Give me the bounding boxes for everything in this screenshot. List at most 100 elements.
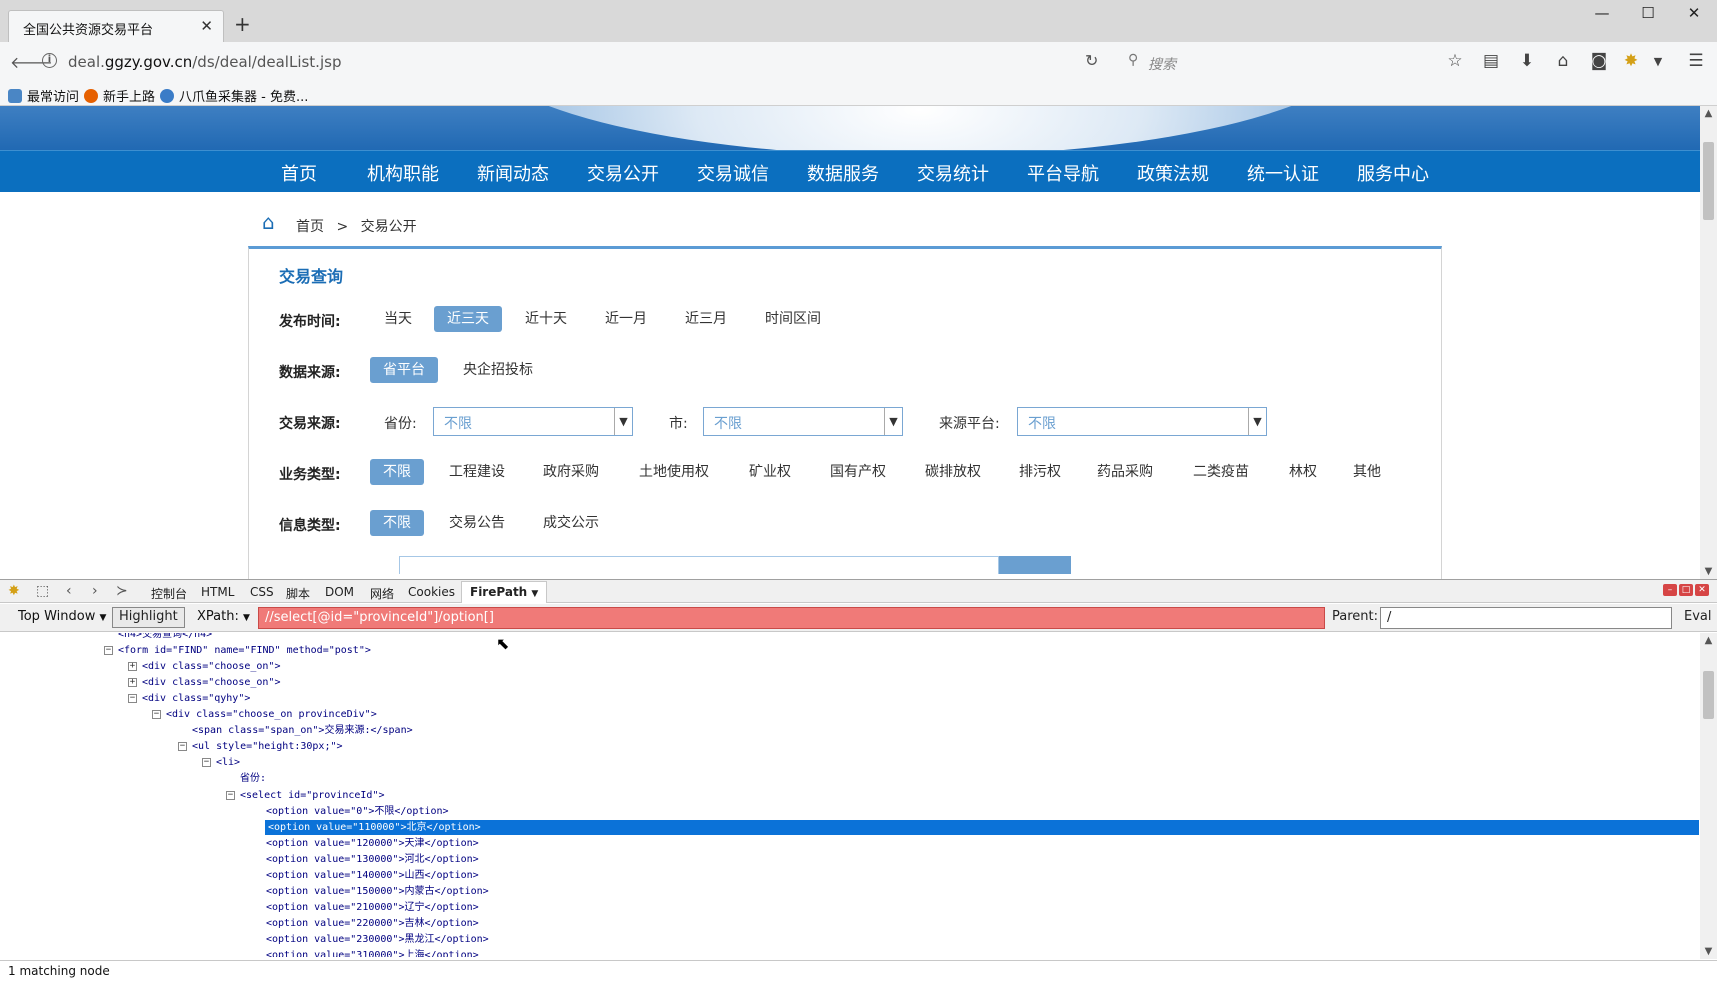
menu-item[interactable]: 新闻动态: [477, 160, 549, 186]
close-window-icon[interactable]: ✕: [1671, 4, 1717, 22]
scroll-up-arrow-icon[interactable]: ▲: [1700, 635, 1717, 646]
fb-tab-dom[interactable]: DOM: [325, 585, 354, 599]
menu-item[interactable]: 交易统计: [917, 160, 989, 186]
business-type-option[interactable]: 工程建设: [449, 459, 505, 485]
close-tab-icon[interactable]: ✕: [200, 17, 213, 35]
business-type-option[interactable]: 药品采购: [1097, 459, 1153, 485]
collapse-icon[interactable]: −: [226, 790, 235, 800]
publish-time-option[interactable]: 时间区间: [765, 306, 821, 332]
tree-node[interactable]: <option value="220000">吉林</option>: [266, 916, 479, 931]
inspect-icon[interactable]: ⬚: [36, 583, 49, 599]
fb-tab-script[interactable]: 脚本: [286, 585, 310, 602]
browser-tab[interactable]: 全国公共资源交易平台 ✕: [8, 10, 224, 42]
business-type-option[interactable]: 二类疫苗: [1193, 459, 1249, 485]
bookmark-octoparse[interactable]: 八爪鱼采集器 - 免费...: [160, 86, 308, 105]
tree-node[interactable]: <span class="span_on">交易来源:</span>: [192, 723, 413, 738]
new-tab-icon[interactable]: +: [234, 14, 251, 34]
command-line-icon[interactable]: ≻: [116, 583, 128, 599]
collapse-icon[interactable]: −: [152, 710, 161, 720]
tree-node[interactable]: <ul style="height:30px;">: [192, 739, 343, 754]
tree-node[interactable]: <option value="150000">内蒙古</option>: [266, 884, 489, 899]
fb-minimize-icon[interactable]: –: [1663, 584, 1677, 596]
tree-scrollbar[interactable]: ▲ ▼: [1700, 633, 1717, 959]
breadcrumb-home[interactable]: 首页: [296, 219, 324, 235]
menu-item[interactable]: 交易公开: [587, 160, 659, 186]
publish-time-option[interactable]: 近一月: [605, 306, 647, 332]
firebug-bug-icon[interactable]: ✸: [8, 583, 20, 599]
business-type-option[interactable]: 其他: [1353, 459, 1381, 485]
city-select[interactable]: 不限 ▼: [703, 407, 903, 436]
business-type-option[interactable]: 碳排放权: [925, 459, 981, 485]
fb-tab-html[interactable]: HTML: [201, 585, 234, 599]
business-type-option-active[interactable]: 不限: [370, 459, 424, 485]
fb-tab-console[interactable]: 控制台: [151, 585, 187, 602]
bookmark-most-visited[interactable]: 最常访问: [8, 86, 79, 105]
scroll-down-arrow-icon[interactable]: ▼: [1700, 946, 1717, 957]
firebug-icon[interactable]: ✸: [1619, 51, 1643, 71]
collapse-icon[interactable]: −: [202, 758, 211, 768]
page-scrollbar[interactable]: ▲ ▼: [1700, 106, 1717, 579]
pocket-icon[interactable]: ◙: [1587, 51, 1611, 71]
expand-icon[interactable]: +: [128, 678, 137, 688]
collapse-icon[interactable]: −: [178, 742, 187, 752]
reload-icon[interactable]: ↻: [1085, 51, 1098, 70]
site-info-icon[interactable]: i: [42, 53, 57, 68]
fb-tab-network[interactable]: 网络: [370, 585, 394, 602]
scroll-up-arrow-icon[interactable]: ▲: [1700, 108, 1717, 119]
info-type-option[interactable]: 成交公示: [543, 510, 599, 536]
xpath-input[interactable]: //select[@id="provinceId"]/option[]: [258, 607, 1325, 629]
home-icon[interactable]: ⌂: [1551, 51, 1575, 71]
data-source-option-active[interactable]: 省平台: [370, 357, 438, 383]
menu-item[interactable]: 数据服务: [807, 160, 879, 186]
bookmark-star-icon[interactable]: ☆: [1443, 51, 1467, 71]
tree-node[interactable]: 省份:: [240, 771, 266, 786]
publish-time-option[interactable]: 当天: [384, 306, 412, 332]
scroll-down-arrow-icon[interactable]: ▼: [1700, 566, 1717, 577]
bookmark-getting-started[interactable]: 新手上路: [84, 86, 155, 105]
tree-node[interactable]: <h4>交易查询</h4>: [118, 633, 212, 642]
fb-detach-icon[interactable]: □: [1679, 584, 1693, 596]
menu-item[interactable]: 平台导航: [1027, 160, 1099, 186]
platform-select[interactable]: 不限 ▼: [1017, 407, 1267, 436]
expand-icon[interactable]: +: [128, 662, 137, 672]
keyword-input[interactable]: [399, 556, 999, 574]
menu-item[interactable]: 机构职能: [367, 160, 439, 186]
tree-node[interactable]: <div class="choose_on">: [142, 659, 280, 674]
search-button[interactable]: [999, 556, 1071, 574]
download-icon[interactable]: ⬇: [1515, 51, 1539, 71]
hamburger-menu-icon[interactable]: ☰: [1684, 51, 1708, 71]
info-type-option[interactable]: 交易公告: [449, 510, 505, 536]
page-scrollbar-thumb[interactable]: [1703, 142, 1714, 220]
home-icon[interactable]: ⌂: [262, 212, 284, 232]
menu-item[interactable]: 交易诚信: [697, 160, 769, 186]
tree-node[interactable]: <option value="120000">天津</option>: [266, 836, 479, 851]
xpath-dropdown[interactable]: XPath: ▼: [197, 609, 250, 624]
tree-node[interactable]: <form id="FIND" name="FIND" method="post…: [118, 643, 371, 658]
business-type-option[interactable]: 国有产权: [830, 459, 886, 485]
collapse-icon[interactable]: −: [104, 646, 113, 656]
business-type-option[interactable]: 矿业权: [749, 459, 791, 485]
maximize-icon[interactable]: ☐: [1625, 4, 1671, 22]
tree-node[interactable]: <div class="qyhy">: [142, 691, 250, 706]
menu-item[interactable]: 服务中心: [1357, 160, 1429, 186]
tree-node[interactable]: <option value="210000">辽宁</option>: [266, 900, 479, 915]
tree-node[interactable]: <div class="choose_on provinceDiv">: [166, 707, 377, 722]
business-type-option[interactable]: 林权: [1289, 459, 1317, 485]
business-type-option[interactable]: 排污权: [1019, 459, 1061, 485]
back-icon[interactable]: ‹: [66, 583, 72, 599]
tree-node[interactable]: <option value="130000">河北</option>: [266, 852, 479, 867]
tree-node[interactable]: <option value="0">不限</option>: [266, 804, 449, 819]
tree-node[interactable]: <select id="provinceId">: [240, 788, 385, 803]
tree-node[interactable]: <option value="230000">黑龙江</option>: [266, 932, 489, 947]
tree-scrollbar-thumb[interactable]: [1703, 671, 1714, 719]
fb-tab-cookies[interactable]: Cookies: [408, 585, 455, 599]
url-bar[interactable]: deal.ggzy.gov.cn/ds/deal/dealList.jsp: [68, 53, 341, 71]
menu-item[interactable]: 统一认证: [1247, 160, 1319, 186]
business-type-option[interactable]: 土地使用权: [639, 459, 709, 485]
data-source-option[interactable]: 央企招投标: [463, 357, 533, 383]
tree-node[interactable]: <div class="choose_on">: [142, 675, 280, 690]
info-type-option-active[interactable]: 不限: [370, 510, 424, 536]
tree-node[interactable]: <option value="140000">山西</option>: [266, 868, 479, 883]
eval-button[interactable]: Eval: [1684, 609, 1712, 624]
tree-node[interactable]: <option value="310000">上海</option>: [266, 948, 479, 957]
